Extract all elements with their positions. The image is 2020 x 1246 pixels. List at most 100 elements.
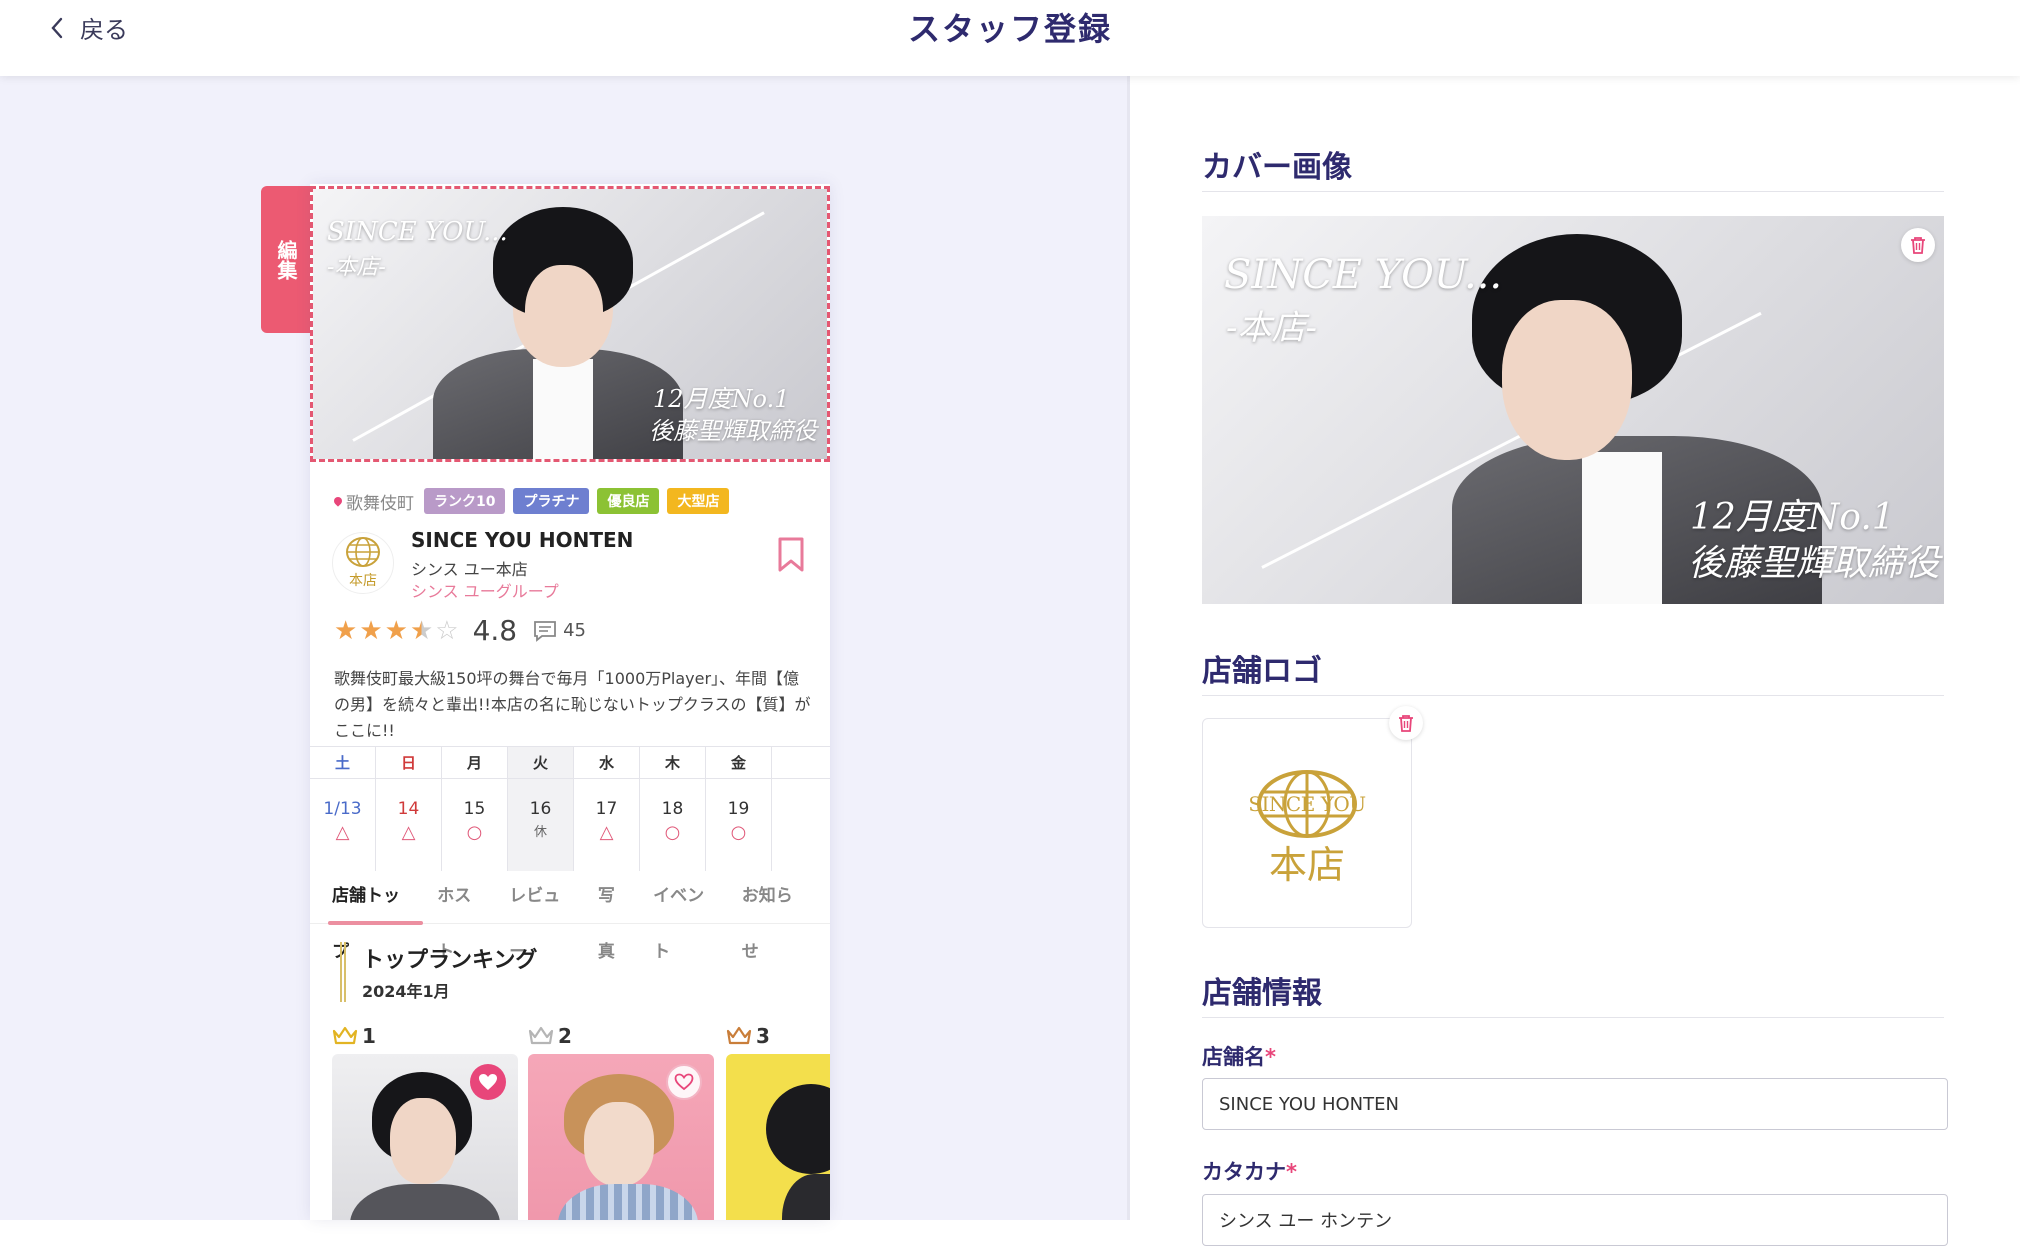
section-divider	[1202, 191, 1944, 192]
ranking-accent	[340, 942, 346, 1002]
required-mark: *	[1265, 1045, 1276, 1069]
schedule-calendar: 土 日 月 火 水 木 金 1/13 △ 14 △ 15 ○ 16 休 17 △ 18 ○ …	[310, 746, 830, 871]
date-cell[interactable]: 14 △	[376, 779, 442, 871]
edit-button[interactable]: 編集	[261, 186, 311, 333]
rank-label: 1	[332, 1024, 376, 1048]
day-cell: 日	[376, 747, 442, 779]
rank-number: 2	[558, 1024, 572, 1048]
tab-hosts[interactable]: ホスト	[437, 868, 487, 962]
shop-logo-upload[interactable]: SINCE YOU 本店	[1202, 718, 1412, 928]
shop-logo-thumbnail: 本店	[332, 532, 394, 594]
page-title: スタッフ登録	[907, 10, 1112, 48]
date-label: 1/13	[323, 799, 362, 819]
ranking-item[interactable]: 2	[528, 1024, 714, 1220]
cover-subtitle-large: -本店-	[1226, 308, 1317, 348]
phone-preview: SINCE YOU... -本店- 12月度No.1 後藤聖輝取締役 歌舞伎町 …	[310, 184, 830, 1220]
date-label: 17	[595, 799, 618, 819]
day-cell: 金	[706, 747, 772, 779]
date-cell[interactable]: 19 ○	[706, 779, 772, 871]
host-photo[interactable]	[528, 1054, 714, 1220]
globe-icon	[346, 537, 380, 567]
date-cell[interactable]: 16 休	[508, 779, 574, 871]
heart-outline-icon	[674, 1073, 694, 1091]
form-panel: カバー画像 SINCE YOU... -本店- 12月度No.1 後藤聖輝取締役…	[1130, 76, 2020, 1246]
cover-title-large: SINCE YOU...	[1224, 252, 1503, 298]
host-photo[interactable]	[726, 1054, 830, 1220]
review-count: 45	[563, 620, 586, 641]
delete-cover-button[interactable]	[1901, 228, 1935, 262]
cover-caption-1: 12月度No.1	[653, 385, 790, 413]
tab-shop-top[interactable]: 店舗トップ	[327, 868, 424, 962]
day-cell-overflow	[772, 747, 830, 779]
cover-caption-large-1: 12月度No.1	[1690, 497, 1895, 538]
kana-label: カタカナ*	[1202, 1156, 1297, 1186]
kana-label-text: カタカナ	[1202, 1160, 1286, 1184]
location: 歌舞伎町	[332, 489, 414, 514]
tab-news[interactable]: お知らせ	[742, 868, 808, 962]
preview-cover-image[interactable]: SINCE YOU... -本店- 12月度No.1 後藤聖輝取締役	[310, 186, 830, 462]
top-bar: 戻る スタッフ登録	[0, 0, 2020, 76]
rating-value: 4.8	[472, 614, 518, 647]
kana-input[interactable]	[1202, 1194, 1948, 1246]
cover-section-title: カバー画像	[1202, 150, 1352, 185]
cover-image-upload[interactable]: SINCE YOU... -本店- 12月度No.1 後藤聖輝取締役	[1202, 216, 1944, 604]
favorite-button[interactable]	[666, 1064, 702, 1100]
rank-label: 3	[726, 1024, 770, 1048]
ranking-item[interactable]: 3	[726, 1024, 830, 1220]
day-cell: 月	[442, 747, 508, 779]
date-cell-overflow	[772, 779, 830, 871]
star-half-icon: ★	[409, 615, 434, 646]
date-cell[interactable]: 17 △	[574, 779, 640, 871]
rank-number: 3	[756, 1024, 770, 1048]
logo-since-text: SINCE YOU	[1248, 791, 1366, 816]
rating-row: ★ ★ ★ ★ ☆ 4.8 45	[334, 614, 586, 647]
delete-logo-button[interactable]	[1389, 706, 1423, 740]
required-mark: *	[1286, 1160, 1297, 1184]
ranking-title: トップランキング	[362, 948, 538, 973]
logo-section-title: 店舗ロゴ	[1202, 654, 1322, 689]
shop-name-input[interactable]	[1202, 1078, 1948, 1130]
trash-icon	[1911, 237, 1925, 254]
shop-description: 歌舞伎町最大級150坪の舞台で毎月「1000万Player」、年間【億の男】を続…	[334, 669, 811, 740]
badge-large: 大型店	[667, 488, 730, 514]
date-label: 16	[529, 799, 552, 819]
availability-mark: △	[599, 822, 614, 843]
day-cell: 水	[574, 747, 640, 779]
crown-icon	[528, 1026, 554, 1045]
shop-name-label-text: 店舗名	[1202, 1045, 1265, 1069]
closed-label: 休	[533, 825, 547, 840]
favorite-button[interactable]	[470, 1064, 506, 1100]
date-label: 19	[727, 799, 750, 819]
cover-caption-2: 後藤聖輝取締役	[649, 417, 817, 445]
shop-group-link[interactable]: シンス ユーグループ	[411, 578, 559, 602]
heart-icon	[479, 1074, 497, 1090]
rank-label: 2	[528, 1024, 572, 1048]
bookmark-icon[interactable]	[776, 536, 806, 574]
star-full-icon: ★	[359, 615, 383, 646]
host-photo[interactable]	[332, 1054, 518, 1220]
star-full-icon: ★	[334, 615, 358, 646]
tab-photos[interactable]: 写真	[598, 868, 631, 962]
day-cell: 土	[310, 747, 376, 779]
section-divider	[1202, 1017, 1944, 1018]
day-cell: 火	[508, 747, 574, 779]
rank-number: 1	[362, 1024, 376, 1048]
review-icon	[534, 620, 556, 642]
date-cell[interactable]: 18 ○	[640, 779, 706, 871]
date-cell[interactable]: 15 ○	[442, 779, 508, 871]
day-cell: 木	[640, 747, 706, 779]
date-label: 18	[661, 799, 684, 819]
section-divider	[1202, 695, 1944, 696]
cover-caption-large-2: 後藤聖輝取締役	[1688, 543, 1941, 584]
badge-excellent: 優良店	[597, 488, 660, 514]
location-label: 歌舞伎町	[346, 493, 414, 514]
logo-honten-mini: 本店	[349, 573, 377, 589]
tab-reviews[interactable]: レビュー	[509, 868, 576, 962]
star-empty-icon: ☆	[435, 615, 459, 646]
badge-row: 歌舞伎町 ランク10 プラチナ 優良店 大型店	[332, 488, 730, 514]
shop-tabs: 店舗トップ ホスト レビュー 写真 イベント お知らせ	[310, 868, 830, 962]
ranking-item[interactable]: 1	[332, 1024, 518, 1220]
cover-subtitle: -本店-	[327, 255, 386, 280]
date-cell[interactable]: 1/13 △	[310, 779, 376, 871]
tab-events[interactable]: イベント	[653, 868, 720, 962]
